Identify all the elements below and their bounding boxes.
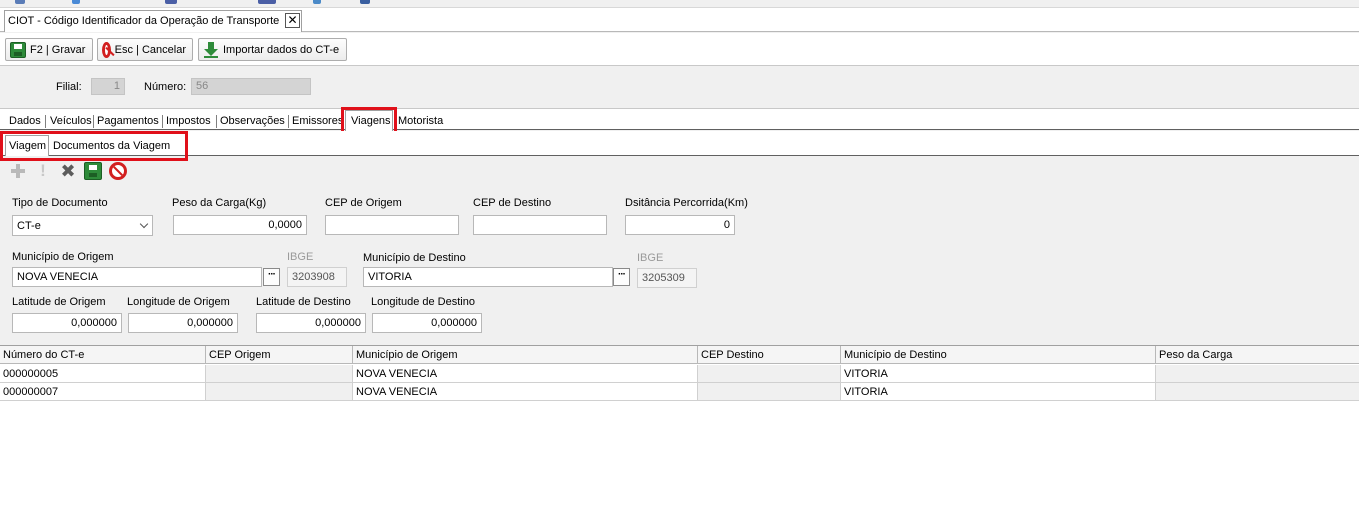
peso-carga-input[interactable]: 0,0000	[173, 215, 307, 235]
municipio-destino-label: Município de Destino	[363, 252, 466, 264]
save-button-label: F2 | Gravar	[30, 43, 86, 56]
cancel-icon[interactable]	[109, 162, 127, 180]
ibge-origem-label: IBGE	[287, 251, 314, 263]
grid-header-cep-origem[interactable]: CEP Origem	[206, 346, 353, 364]
latitude-origem-label: Latitude de Origem	[12, 296, 106, 308]
lookup-destino-button[interactable]: ···	[613, 268, 630, 286]
filial-field: 1	[91, 78, 125, 95]
save-disk-icon[interactable]	[84, 162, 102, 180]
distancia-input[interactable]: 0	[625, 215, 735, 235]
tab-veiculos[interactable]: Veículos	[50, 115, 92, 127]
table-row-cell[interactable]: 000000005	[0, 365, 206, 383]
grid-header-peso-carga[interactable]: Peso da Carga	[1156, 346, 1359, 364]
municipio-destino-input[interactable]: VITORIA	[363, 267, 613, 287]
top-app-strip	[0, 0, 1359, 8]
save-button[interactable]: F2 | Gravar	[5, 38, 93, 61]
table-row-cell[interactable]: NOVA VENECIA	[353, 383, 698, 401]
longitude-origem-label: Longitude de Origem	[127, 296, 230, 308]
longitude-destino-label: Longitude de Destino	[371, 296, 475, 308]
latitude-destino-label: Latitude de Destino	[256, 296, 351, 308]
grid-header-cep-destino[interactable]: CEP Destino	[698, 346, 841, 364]
ibge-destino-label: IBGE	[637, 252, 664, 264]
numero-field: 56	[191, 78, 311, 95]
peso-carga-label: Peso da Carga(Kg)	[172, 197, 267, 209]
filial-label: Filial:	[56, 81, 82, 93]
highlight-subtabs	[0, 131, 188, 161]
table-row-cell[interactable]: VITORIA	[841, 365, 1156, 383]
tab-emissores[interactable]: Emissores	[292, 115, 343, 127]
import-cte-button[interactable]: Importar dados do CT-e	[198, 38, 347, 61]
table-row-cell[interactable]: VITORIA	[841, 383, 1156, 401]
municipio-origem-input[interactable]: NOVA VENECIA	[12, 267, 262, 287]
longitude-destino-input[interactable]: 0,000000	[372, 313, 482, 333]
table-row-cell[interactable]	[1156, 365, 1359, 383]
download-icon	[203, 41, 219, 58]
import-button-label: Importar dados do CT-e	[223, 43, 340, 56]
municipio-origem-label: Município de Origem	[12, 251, 114, 263]
cep-origem-input[interactable]	[325, 215, 459, 235]
ibge-origem-field: 3203908	[287, 267, 347, 287]
tipo-documento-select[interactable]: CT-e	[12, 215, 153, 236]
delete-x-icon[interactable]: ✖	[59, 162, 77, 180]
tipo-documento-value: CT-e	[17, 220, 41, 232]
chevron-down-icon	[139, 219, 149, 229]
plus-icon[interactable]	[9, 162, 27, 180]
tab-observacoes[interactable]: Observações	[220, 115, 285, 127]
cep-destino-label: CEP de Destino	[473, 197, 552, 209]
table-row-cell[interactable]	[206, 383, 353, 401]
sub-tab-strip	[0, 131, 1359, 156]
exclamation-icon[interactable]: !	[34, 162, 52, 180]
document-tab-title: CIOT - Código Identificador da Operação …	[8, 15, 280, 27]
table-row-cell[interactable]	[698, 365, 841, 383]
table-row-cell[interactable]	[206, 365, 353, 383]
cep-destino-input[interactable]	[473, 215, 607, 235]
cancel-icon	[102, 41, 111, 58]
table-row-cell[interactable]: 000000007	[0, 383, 206, 401]
table-row-cell[interactable]: NOVA VENECIA	[353, 365, 698, 383]
grid-header-municipio-origem[interactable]: Município de Origem	[353, 346, 698, 364]
lookup-origem-button[interactable]: ···	[263, 268, 280, 286]
cancel-button[interactable]: Esc | Cancelar	[97, 38, 193, 61]
cep-origem-label: CEP de Origem	[325, 197, 402, 209]
latitude-origem-input[interactable]: 0,000000	[12, 313, 122, 333]
grid-header-numero-cte[interactable]: Número do CT-e	[0, 346, 206, 364]
tab-motorista[interactable]: Motorista	[398, 115, 443, 127]
longitude-origem-input[interactable]: 0,000000	[128, 313, 238, 333]
save-icon	[10, 41, 26, 58]
tab-impostos[interactable]: Impostos	[166, 115, 211, 127]
ibge-destino-field: 3205309	[637, 268, 697, 288]
tipo-documento-label: Tipo de Documento	[12, 197, 108, 209]
latitude-destino-input[interactable]: 0,000000	[256, 313, 366, 333]
close-tab-icon[interactable]: ✕	[285, 13, 300, 28]
grid-header-municipio-destino[interactable]: Município de Destino	[841, 346, 1156, 364]
tab-pagamentos[interactable]: Pagamentos	[97, 115, 159, 127]
distancia-label: Dsitância Percorrida(Km)	[625, 197, 748, 209]
cancel-button-label: Esc | Cancelar	[114, 43, 186, 56]
numero-label: Número:	[144, 81, 187, 93]
table-row-cell[interactable]	[698, 383, 841, 401]
tab-dados[interactable]: Dados	[9, 115, 41, 127]
table-row-cell[interactable]	[1156, 383, 1359, 401]
